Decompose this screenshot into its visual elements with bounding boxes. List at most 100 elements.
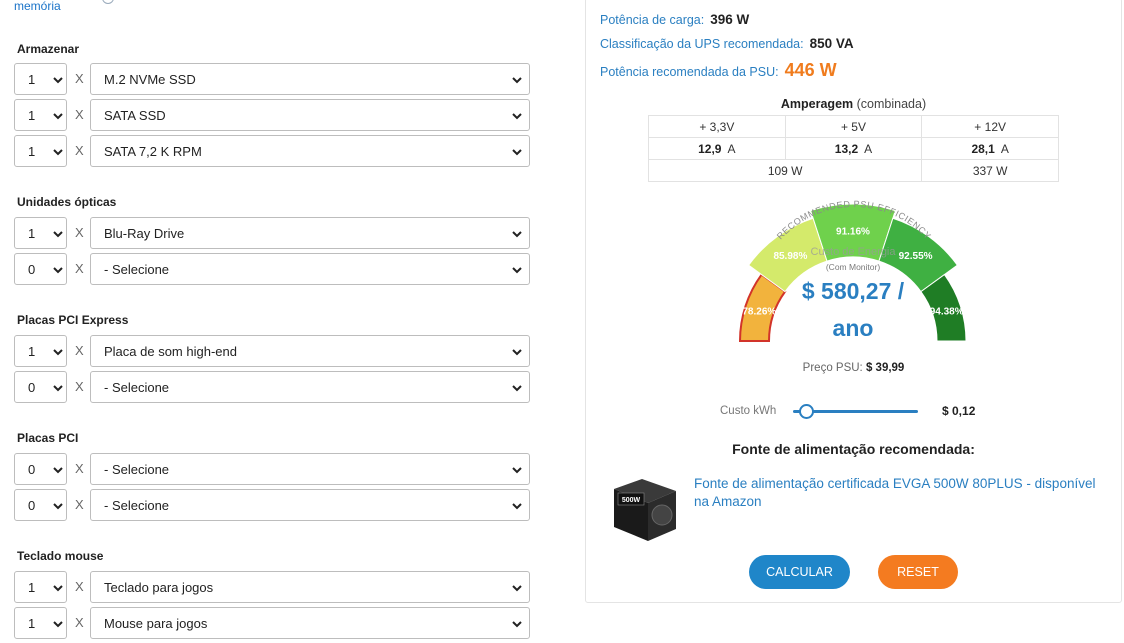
amperage-title: Amperagem (combinada)	[586, 97, 1121, 111]
section-title: Unidades ópticas	[17, 195, 117, 209]
component-select[interactable]: - Selecione	[90, 453, 530, 485]
amperage-sub: (combinada)	[856, 97, 927, 111]
psu-power: Potência recomendada da PSU: 446 W	[600, 60, 837, 81]
psu-power-label: Potência recomendada da PSU:	[600, 65, 779, 79]
component-value: - Selecione	[104, 498, 170, 513]
info-icon[interactable]	[102, 0, 114, 4]
component-value: Mouse para jogos	[104, 616, 208, 631]
component-value: Placa de som high-end	[104, 344, 237, 359]
energy-cost-value: $ 580,27 /	[802, 278, 905, 304]
energy-cost-sub: (Com Monitor)	[826, 262, 880, 272]
component-select[interactable]: M.2 NVMe SSD	[90, 63, 530, 95]
times-symbol: X	[75, 143, 84, 158]
amps-3v3-value: 12,9	[698, 141, 722, 156]
amperage-label: Amperagem	[780, 97, 854, 111]
gauge-segment-label: 78.26%	[742, 307, 776, 318]
chevron-down-icon	[512, 77, 522, 84]
chevron-down-icon	[53, 621, 63, 628]
load-power-value: 396 W	[710, 12, 750, 27]
component-form: memória Armazenar 1 X M.2 NVMe SSD 1 X SATA SS…	[0, 0, 560, 643]
kwh-slider-thumb[interactable]	[798, 404, 814, 419]
psu-price-label: Preço PSU:	[802, 362, 863, 374]
component-select[interactable]: Teclado para jogos	[90, 571, 530, 603]
chevron-down-icon	[53, 77, 63, 84]
component-select[interactable]: - Selecione	[90, 489, 530, 521]
section-title: Teclado mouse	[17, 549, 104, 563]
component-select[interactable]: SATA SSD	[90, 99, 530, 131]
amps-12v-value: 28,1	[971, 141, 995, 156]
results-panel: Potência de carga: 396 W Classificação da…	[585, 0, 1122, 603]
times-symbol: X	[75, 615, 84, 630]
amperage-table: + 3,3V + 5V + 12V 12,9 A 13,2 A 28,1 A 1…	[647, 115, 1059, 182]
watts-combined: 109 W	[647, 159, 923, 182]
chevron-down-icon	[512, 267, 522, 274]
chevron-down-icon	[53, 231, 63, 238]
chevron-down-icon	[512, 467, 522, 474]
ups-rating-value: 850 VA	[809, 36, 854, 51]
component-row: 0 X - Selecione	[14, 453, 530, 485]
chevron-down-icon	[512, 585, 522, 592]
component-value: SATA 7,2 K RPM	[104, 144, 202, 159]
amp-unit: A	[1000, 141, 1009, 156]
amps-3v3: 12,9 A	[648, 137, 786, 160]
component-select[interactable]: SATA 7,2 K RPM	[90, 135, 530, 167]
recommended-psu-title: Fonte de alimentação recomendada:	[732, 441, 975, 457]
recommended-psu-link[interactable]: Fonte de alimentação certificada EVGA 50…	[694, 475, 1114, 511]
quantity-select[interactable]: 0	[14, 453, 67, 485]
kwh-cost-label: Custo kWh	[720, 405, 777, 417]
ups-rating: Classificação da UPS recomendada: 850 VA	[600, 36, 854, 51]
kwh-cost-value: $ 0,12	[942, 404, 976, 418]
quantity-select[interactable]: 1	[14, 335, 67, 367]
chevron-down-icon	[512, 621, 522, 628]
times-symbol: X	[75, 261, 84, 276]
reset-button[interactable]: RESET	[878, 555, 958, 589]
component-select[interactable]: - Selecione	[90, 371, 530, 403]
chevron-down-icon	[53, 503, 63, 510]
times-symbol: X	[75, 497, 84, 512]
component-row: 0 X - Selecione	[14, 371, 530, 403]
psu-badge-text: 500W	[622, 497, 641, 504]
component-select[interactable]: Placa de som high-end	[90, 335, 530, 367]
component-value: - Selecione	[104, 462, 170, 477]
component-value: Blu-Ray Drive	[104, 226, 185, 241]
component-select[interactable]: Blu-Ray Drive	[90, 217, 530, 249]
quantity-value: 0	[28, 380, 36, 395]
efficiency-gauge: 78.26%85.98%91.16%92.55%94.38% RECOMMEND…	[738, 199, 967, 342]
amp-unit: A	[864, 141, 873, 156]
quantity-select[interactable]: 1	[14, 135, 67, 167]
quantity-select[interactable]: 0	[14, 489, 67, 521]
quantity-select[interactable]: 1	[14, 607, 67, 639]
quantity-select[interactable]: 1	[14, 571, 67, 603]
chevron-down-icon	[53, 267, 63, 274]
quantity-select[interactable]: 1	[14, 99, 67, 131]
quantity-select[interactable]: 0	[14, 253, 67, 285]
quantity-select[interactable]: 1	[14, 63, 67, 95]
quantity-value: 1	[28, 108, 36, 123]
component-select[interactable]: Mouse para jogos	[90, 607, 530, 639]
rail-12v: + 12V	[921, 115, 1059, 138]
component-row: 1 X M.2 NVMe SSD	[14, 63, 530, 95]
chevron-down-icon	[512, 231, 522, 238]
component-value: M.2 NVMe SSD	[104, 72, 196, 87]
component-row: 0 X - Selecione	[14, 253, 530, 285]
times-symbol: X	[75, 71, 84, 86]
quantity-value: 0	[28, 462, 36, 477]
gauge-segment-label: 94.38%	[930, 307, 964, 318]
component-select[interactable]: - Selecione	[90, 253, 530, 285]
component-row: 1 X SATA SSD	[14, 99, 530, 131]
times-symbol: X	[75, 461, 84, 476]
section-title: Placas PCI Express	[17, 313, 129, 327]
times-symbol: X	[75, 107, 84, 122]
chevron-down-icon	[53, 585, 63, 592]
memory-link[interactable]: memória	[14, 0, 61, 13]
psu-power-value: 446 W	[784, 60, 837, 80]
section-title: Armazenar	[17, 42, 80, 56]
quantity-select[interactable]: 1	[14, 217, 67, 249]
calculate-button[interactable]: CALCULAR	[749, 555, 850, 589]
chevron-down-icon	[512, 113, 522, 120]
quantity-select[interactable]: 0	[14, 371, 67, 403]
psu-product-image[interactable]: 500W	[608, 471, 680, 547]
chevron-down-icon	[53, 113, 63, 120]
times-symbol: X	[75, 225, 84, 240]
component-value: SATA SSD	[104, 108, 166, 123]
